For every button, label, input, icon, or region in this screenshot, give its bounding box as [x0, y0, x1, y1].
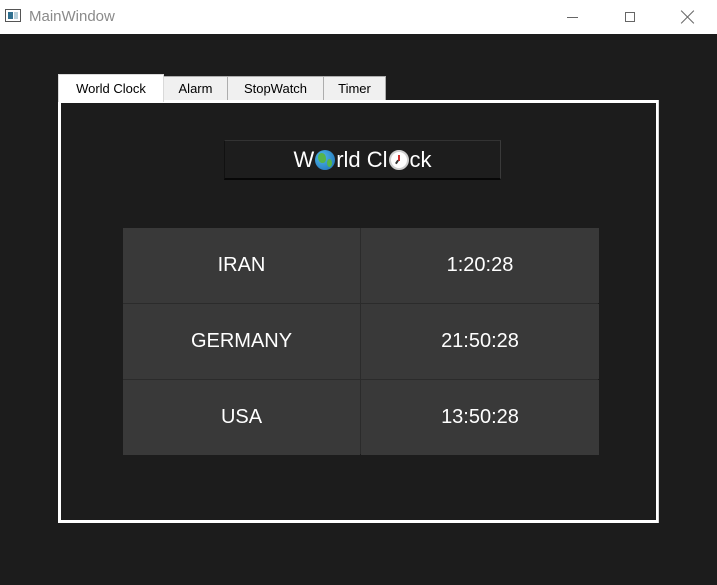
- window-title: MainWindow: [29, 8, 115, 25]
- title-bar: MainWindow: [0, 0, 717, 34]
- tab-timer[interactable]: Timer: [323, 76, 386, 100]
- time-cell-usa: 13:50:28: [361, 380, 599, 455]
- maximize-button[interactable]: [601, 0, 659, 34]
- heading-text-middle: rld Cl: [336, 146, 388, 172]
- minimize-icon: [566, 16, 578, 18]
- tab-world-clock[interactable]: World Clock: [58, 74, 164, 102]
- heading-text-start: W: [293, 146, 315, 172]
- world-clock-panel: W rld Cl ck IRAN 1:20:28 GERMANY 21:50:2…: [58, 100, 659, 523]
- maximize-icon: [625, 12, 635, 22]
- country-cell-iran: IRAN: [123, 228, 360, 303]
- close-button[interactable]: [659, 0, 717, 34]
- globe-icon: [315, 149, 336, 170]
- close-icon: [681, 10, 695, 24]
- tab-stopwatch[interactable]: StopWatch: [227, 76, 324, 100]
- minimize-button[interactable]: [543, 0, 601, 34]
- time-cell-iran: 1:20:28: [361, 228, 599, 303]
- clock-icon: [388, 149, 409, 170]
- world-clock-heading: W rld Cl ck: [224, 140, 501, 180]
- tab-alarm[interactable]: Alarm: [163, 76, 228, 100]
- country-cell-usa: USA: [123, 380, 360, 455]
- world-clock-table: IRAN 1:20:28 GERMANY 21:50:28 USA 13:50:…: [123, 228, 599, 455]
- app-window-icon: [5, 9, 21, 22]
- heading-text-end: ck: [409, 146, 432, 172]
- time-cell-germany: 21:50:28: [361, 304, 599, 379]
- country-cell-germany: GERMANY: [123, 304, 360, 379]
